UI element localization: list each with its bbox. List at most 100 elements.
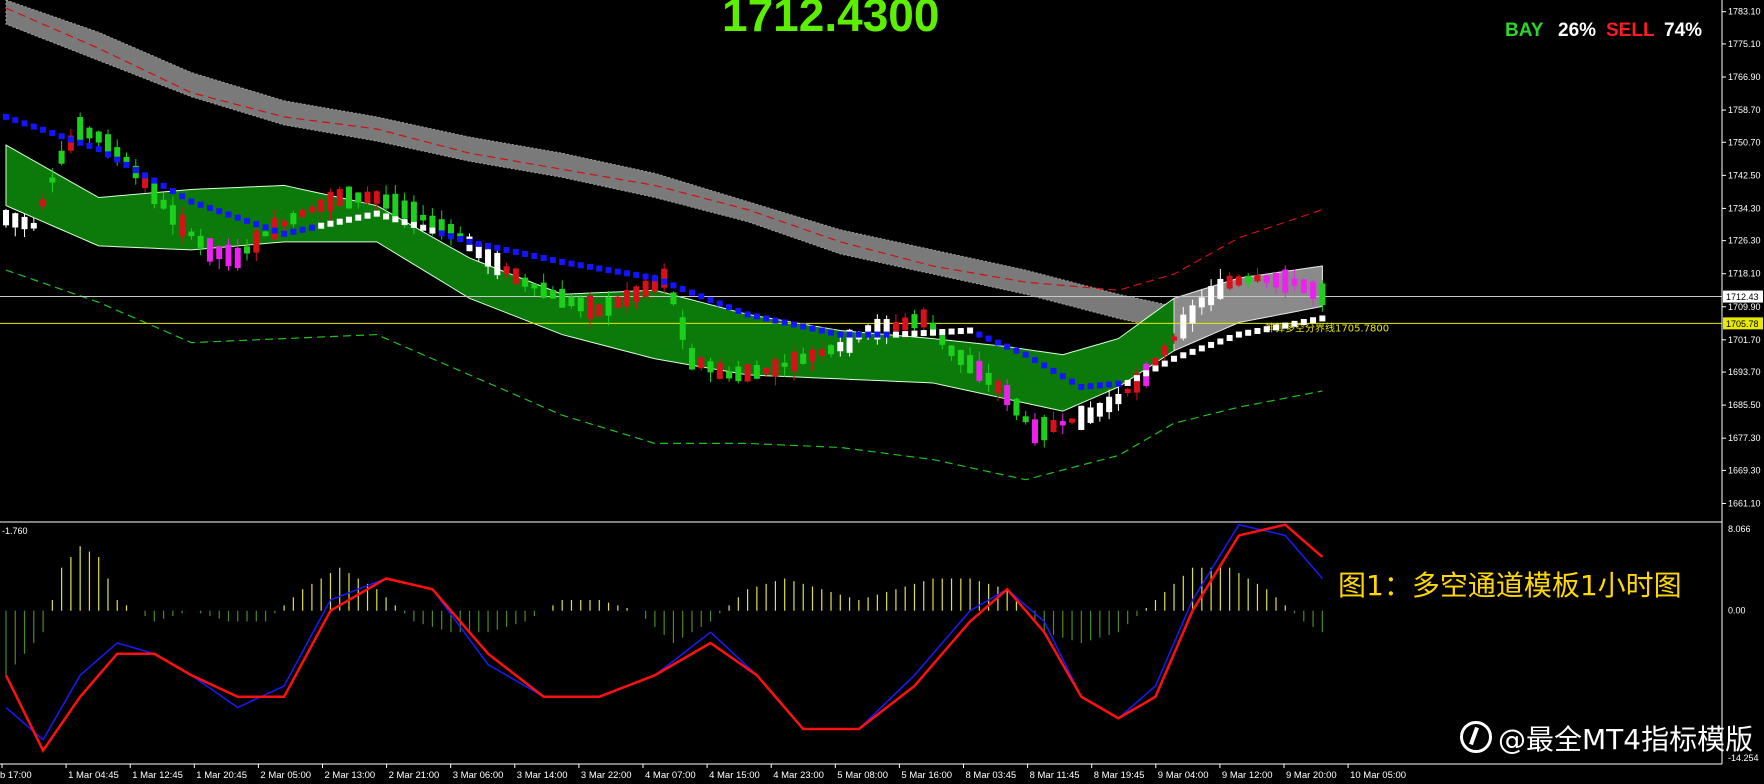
trail-marker xyxy=(216,208,223,215)
candle-body xyxy=(503,266,510,274)
candle-body xyxy=(21,216,28,230)
candle-body xyxy=(1300,279,1307,294)
trail-marker xyxy=(1124,379,1131,386)
candle-body xyxy=(772,359,779,377)
watermark: @最全MT4指标模版 xyxy=(1460,718,1753,758)
trail-marker xyxy=(169,188,176,195)
trail-marker xyxy=(661,278,668,285)
trail-marker xyxy=(892,331,899,338)
candle-body xyxy=(1087,407,1094,423)
candle-body xyxy=(1180,314,1187,339)
candle-body xyxy=(809,349,816,362)
trail-marker xyxy=(142,172,149,179)
candle-body xyxy=(58,150,65,164)
candle-body xyxy=(707,361,714,373)
trail-marker xyxy=(392,216,399,223)
trail-marker xyxy=(234,214,241,221)
trail-marker xyxy=(77,139,84,146)
candle-body xyxy=(392,193,399,218)
trail-marker xyxy=(726,304,733,311)
trail-marker xyxy=(179,193,186,200)
trail-marker xyxy=(1096,382,1103,389)
candle-body xyxy=(735,366,742,382)
candle-body xyxy=(179,215,186,237)
time-tick-label: 3 Mar 14:00 xyxy=(517,770,568,781)
price-chart[interactable]: 神算多空分界线1705.7800 -1.760 1783.10 1775.10 17… xyxy=(0,0,1764,784)
candle-body xyxy=(679,317,686,340)
candle-body xyxy=(1198,297,1205,308)
candle-body xyxy=(1124,388,1131,394)
candle-body xyxy=(234,247,241,268)
trail-marker xyxy=(1254,327,1261,334)
candle-body xyxy=(512,268,519,284)
candle-body xyxy=(522,277,529,287)
candle-body xyxy=(142,177,149,189)
candle-body xyxy=(781,362,788,367)
candle-body xyxy=(318,199,325,212)
trail-marker xyxy=(1161,360,1168,367)
time-tick-label: 3 Mar 06:00 xyxy=(453,770,504,781)
candle-body xyxy=(364,191,371,204)
trail-marker xyxy=(132,167,139,174)
trail-marker xyxy=(818,327,825,334)
price-tick-label: 1742.50 xyxy=(1728,170,1761,180)
trail-marker xyxy=(1217,338,1224,345)
candle-body xyxy=(744,364,751,382)
trail-marker xyxy=(633,271,640,278)
candle-body xyxy=(345,186,352,209)
price-tick-label: 1783.10 xyxy=(1728,7,1761,17)
trail-marker xyxy=(920,330,927,337)
time-tick-label: 8 Mar 11:45 xyxy=(1030,770,1080,781)
trail-marker xyxy=(957,328,964,335)
trail-marker xyxy=(1022,351,1029,358)
trail-marker xyxy=(21,120,28,127)
trail-marker xyxy=(651,275,658,282)
candle-body xyxy=(688,348,695,370)
trail-marker xyxy=(855,331,862,338)
candle-body xyxy=(1208,286,1215,306)
time-tick-label: 4 Mar 07:00 xyxy=(645,770,696,781)
trail-marker xyxy=(383,213,390,220)
candle-body xyxy=(828,345,835,355)
candle-body xyxy=(1171,336,1178,341)
trail-marker xyxy=(698,293,705,300)
price-tick-label: 1709.90 xyxy=(1728,302,1761,312)
candle-body xyxy=(1161,346,1168,356)
candle-body xyxy=(86,127,93,139)
trail-marker xyxy=(1041,362,1048,369)
price-tick-label: 1775.10 xyxy=(1728,39,1761,49)
price-tick-label: 1726.30 xyxy=(1728,236,1761,246)
trail-marker xyxy=(308,224,315,231)
trail-marker xyxy=(104,151,111,158)
trail-marker xyxy=(40,126,47,133)
sell-percent: 74% xyxy=(1664,20,1703,41)
candle-body xyxy=(726,371,733,379)
trail-marker xyxy=(1245,329,1252,336)
trail-marker xyxy=(1282,322,1289,329)
candle-body xyxy=(633,286,640,303)
time-tick-label: 8 Mar 03:45 xyxy=(966,770,1017,781)
candle-body xyxy=(1106,396,1113,413)
candle-body xyxy=(281,221,288,227)
candle-body xyxy=(577,297,584,312)
trail-marker xyxy=(1133,375,1140,382)
candle-body xyxy=(151,183,158,204)
trail-marker xyxy=(188,198,195,205)
toutiao-logo-icon xyxy=(1460,721,1492,753)
candle-body xyxy=(642,280,649,298)
bay-label: BAY xyxy=(1505,20,1544,41)
trail-marker xyxy=(1208,341,1215,348)
candle-body xyxy=(188,231,195,237)
candle-body xyxy=(1245,275,1252,284)
price-tick-label: 1701.70 xyxy=(1728,335,1761,345)
trail-marker xyxy=(438,230,445,237)
trail-marker xyxy=(735,307,742,314)
trail-marker xyxy=(985,335,992,342)
candle-body xyxy=(670,292,677,305)
trail-marker xyxy=(410,221,417,228)
trail-marker xyxy=(642,273,649,280)
trail-marker xyxy=(911,330,918,337)
trail-marker xyxy=(475,240,482,247)
trail-marker xyxy=(244,217,251,224)
price-tick-label: 1669.30 xyxy=(1728,465,1761,475)
